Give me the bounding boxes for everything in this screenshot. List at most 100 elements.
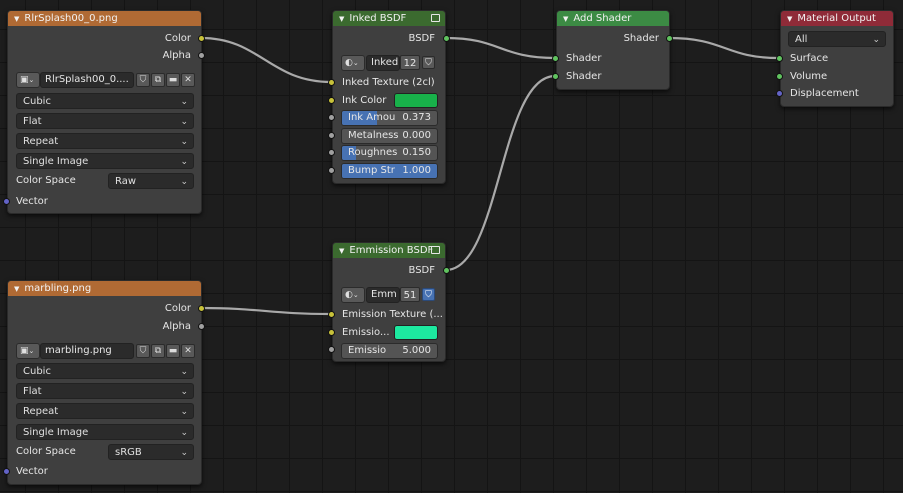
add-shader-input-socket-2[interactable] [552, 73, 559, 80]
projection-value: Flat [23, 116, 42, 127]
fake-user-shield-icon[interactable]: ⛉ [136, 73, 150, 87]
user-count-text: 51 [403, 290, 417, 301]
displacement-input-socket[interactable] [776, 90, 783, 97]
fake-user-shield-icon[interactable]: ⛉ [136, 344, 150, 358]
emission-bsdf-output-socket[interactable] [443, 267, 450, 274]
emission-strength-input-socket[interactable] [328, 346, 335, 353]
inked-bsdf-output-socket[interactable] [443, 35, 450, 42]
folder-icon[interactable]: ▬ [166, 344, 180, 358]
group-name-field[interactable]: Emm [366, 287, 400, 303]
node-group-icon[interactable] [431, 14, 440, 22]
target-dropdown[interactable]: All ⌄ [788, 31, 886, 47]
node-header[interactable]: ▼ Emmission BSDF [333, 243, 445, 258]
image-type-button[interactable]: ▣⌄ [16, 72, 40, 88]
node-title: Add Shader [573, 13, 632, 24]
folder-icon[interactable]: ▬ [166, 73, 180, 87]
node-group-icon[interactable] [431, 246, 440, 254]
inked-bsdf-node[interactable]: ▼ Inked BSDF BSDF ◐⌄ Inked 12 ⛉ Inked Te… [332, 10, 446, 184]
emission-strength-slider[interactable]: Emissio 5.000 [341, 343, 438, 359]
volume-input-socket[interactable] [776, 73, 783, 80]
image2-color-output-socket[interactable] [198, 305, 205, 312]
image2-vector-input-socket[interactable] [3, 468, 10, 475]
interpolation-dropdown[interactable]: Cubic ⌄ [16, 363, 194, 379]
node-header[interactable]: ▼ RlrSplash00_0.png [8, 11, 201, 26]
metalness-input-socket[interactable] [328, 132, 335, 139]
group-name-field[interactable]: Inked [366, 55, 400, 71]
output-alpha-label: Alpha [162, 321, 191, 332]
duplicate-icon[interactable]: ⧉ [151, 344, 165, 358]
bump-strength-input-socket[interactable] [328, 167, 335, 174]
bump-strength-slider[interactable]: Bump Str 1.000 [341, 163, 438, 179]
node-header[interactable]: ▼ Material Output [781, 11, 893, 26]
close-icon[interactable]: ✕ [181, 73, 195, 87]
ink-amount-input-socket[interactable] [328, 114, 335, 121]
emission-color-input-socket[interactable] [328, 329, 335, 336]
surface-input-socket[interactable] [776, 55, 783, 62]
node-header[interactable]: ▼ Inked BSDF [333, 11, 445, 26]
color-space-dropdown[interactable]: Raw ⌄ [108, 173, 194, 189]
extension-value: Repeat [23, 136, 59, 147]
interpolation-dropdown[interactable]: Cubic ⌄ [16, 93, 194, 109]
projection-dropdown[interactable]: Flat ⌄ [16, 113, 194, 129]
triangle-down-icon[interactable]: ▼ [787, 15, 792, 23]
fake-user-shield-icon[interactable]: ⛉ [422, 288, 435, 301]
output-bsdf-label: BSDF [408, 265, 435, 276]
projection-dropdown[interactable]: Flat ⌄ [16, 383, 194, 399]
fake-user-shield-icon[interactable]: ⛉ [422, 56, 435, 69]
image-name-field[interactable]: RlrSplash00_0.... [40, 72, 134, 88]
user-count: 12 [400, 55, 420, 70]
image2-alpha-output-socket[interactable] [198, 323, 205, 330]
node-header[interactable]: ▼ marbling.png [8, 281, 201, 296]
roughness-label: Roughnes [348, 147, 398, 158]
target-value: All [795, 34, 808, 45]
node-header[interactable]: ▼ Add Shader [557, 11, 669, 26]
triangle-down-icon[interactable]: ▼ [14, 15, 19, 23]
emission-bsdf-node[interactable]: ▼ Emmission BSDF BSDF ◐⌄ Emm 51 ⛉ Emissi… [332, 242, 446, 362]
source-dropdown[interactable]: Single Image ⌄ [16, 153, 194, 169]
triangle-down-icon[interactable]: ▼ [339, 15, 344, 23]
metalness-slider[interactable]: Metalness 0.000 [341, 128, 438, 144]
triangle-down-icon[interactable]: ▼ [14, 285, 19, 293]
add-shader-node[interactable]: ▼ Add Shader Shader Shader Shader [556, 10, 670, 90]
image-name-field[interactable]: marbling.png [40, 343, 134, 359]
duplicate-icon[interactable]: ⧉ [151, 73, 165, 87]
ink-amount-value: 0.373 [402, 112, 431, 123]
extension-dropdown[interactable]: Repeat ⌄ [16, 133, 194, 149]
ink-color-swatch[interactable] [394, 93, 438, 108]
projection-value: Flat [23, 386, 42, 397]
image1-vector-input-socket[interactable] [3, 198, 10, 205]
image1-color-output-socket[interactable] [198, 35, 205, 42]
image-texture-node-2[interactable]: ▼ marbling.png Color Alpha ▣⌄ marbling.p… [7, 280, 202, 485]
material-sphere-icon[interactable]: ◐⌄ [341, 55, 365, 71]
material-sphere-icon[interactable]: ◐⌄ [341, 287, 365, 303]
extension-value: Repeat [23, 406, 59, 417]
input-vector-label: Vector [16, 196, 48, 207]
user-count: 51 [400, 287, 420, 302]
close-icon[interactable]: ✕ [181, 344, 195, 358]
image-name-text: marbling.png [45, 345, 112, 356]
triangle-down-icon[interactable]: ▼ [563, 15, 568, 23]
emission-color-swatch[interactable] [394, 325, 438, 340]
color-space-dropdown[interactable]: sRGB ⌄ [108, 444, 194, 460]
source-dropdown[interactable]: Single Image ⌄ [16, 424, 194, 440]
link-image2-color-to-emission-texture [199, 306, 333, 316]
user-count-text: 12 [403, 58, 417, 69]
roughness-slider[interactable]: Roughnes 0.150 [341, 145, 438, 161]
add-shader-input-socket-1[interactable] [552, 55, 559, 62]
ink-amount-slider[interactable]: Ink Amou 0.373 [341, 110, 438, 126]
image-type-button[interactable]: ▣⌄ [16, 343, 40, 359]
emission-texture-input-socket[interactable] [328, 311, 335, 318]
add-shader-output-socket[interactable] [666, 35, 673, 42]
image-texture-node-1[interactable]: ▼ RlrSplash00_0.png Color Alpha ▣⌄ RlrSp… [7, 10, 202, 214]
node-title: marbling.png [24, 283, 92, 294]
node-title: Inked BSDF [349, 13, 407, 24]
group-name-text: Emm [371, 289, 397, 300]
material-output-node[interactable]: ▼ Material Output All ⌄ Surface Volume Di… [780, 10, 894, 107]
extension-dropdown[interactable]: Repeat ⌄ [16, 403, 194, 419]
inked-texture-input-socket[interactable] [328, 79, 335, 86]
node-title: Emmission BSDF [349, 245, 434, 256]
ink-color-input-socket[interactable] [328, 97, 335, 104]
roughness-input-socket[interactable] [328, 149, 335, 156]
image1-alpha-output-socket[interactable] [198, 52, 205, 59]
triangle-down-icon[interactable]: ▼ [339, 247, 344, 255]
